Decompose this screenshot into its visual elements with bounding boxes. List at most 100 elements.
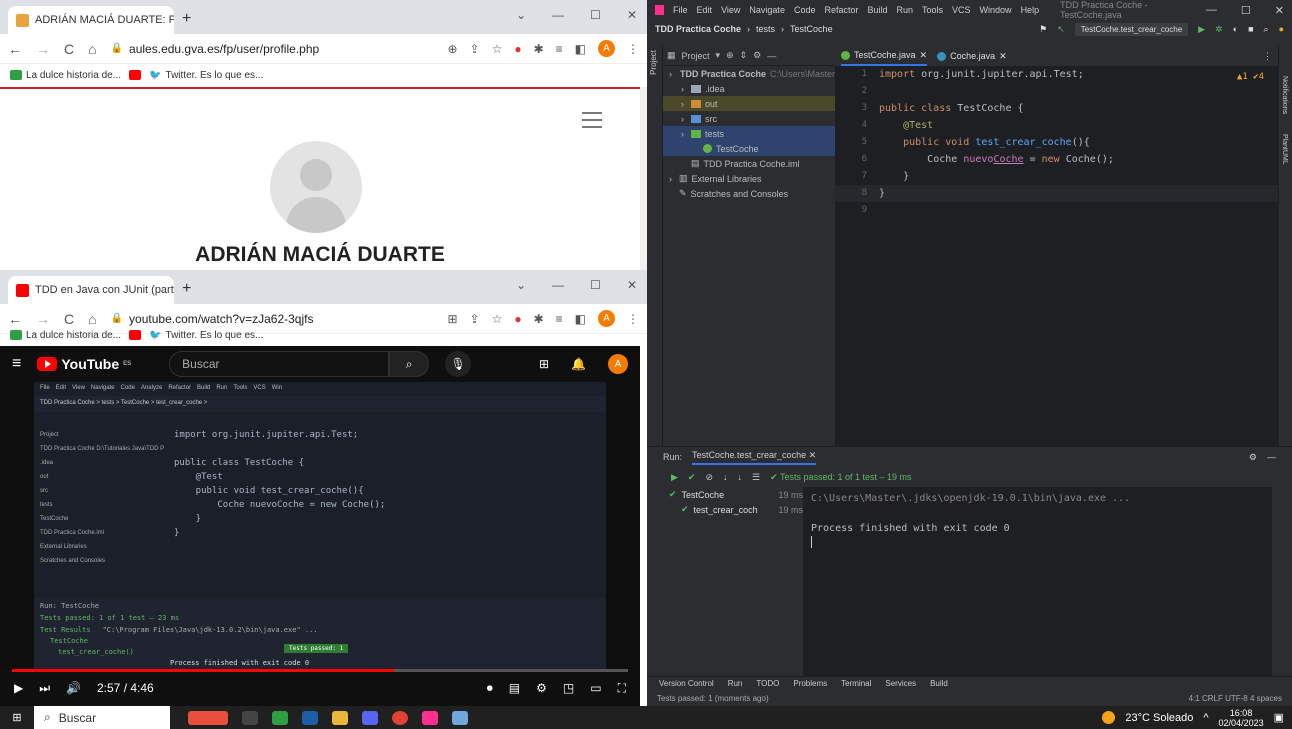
taskbar-search[interactable]: ⌕ Buscar bbox=[34, 706, 170, 729]
hide-icon[interactable]: — bbox=[1267, 452, 1276, 462]
close-window-button[interactable]: ✕ bbox=[627, 278, 637, 292]
store-icon[interactable] bbox=[272, 710, 288, 725]
volume-icon[interactable]: 🔊 bbox=[66, 681, 81, 695]
close-window-button[interactable]: ✕ bbox=[1275, 4, 1284, 17]
run-icon[interactable]: ▶ bbox=[1198, 24, 1205, 35]
menu-item[interactable]: Code bbox=[794, 5, 816, 15]
reading-list-icon[interactable]: ≡ bbox=[556, 42, 563, 56]
test-row[interactable]: ✔ TestCoche 19 ms bbox=[669, 487, 803, 502]
discord-icon[interactable] bbox=[362, 710, 378, 725]
minimize-button[interactable]: — bbox=[1206, 4, 1217, 17]
intellij-icon[interactable] bbox=[422, 710, 438, 725]
video-player[interactable]: File Edit View Navigate Code Analyze Refactor B… bbox=[34, 382, 606, 670]
miniplayer-icon[interactable]: ◳ bbox=[563, 681, 574, 696]
tab-search-icon[interactable]: ⌄ bbox=[516, 8, 526, 22]
project-tool-button[interactable]: Project bbox=[647, 46, 660, 79]
run-configuration-select[interactable]: TestCoche.test_crear_coche bbox=[1074, 22, 1189, 36]
tree-item[interactable]: TestCoche bbox=[663, 141, 835, 156]
browser-tab-profile[interactable]: ADRIÁN MACIÁ DUARTE: Perfil p ✕ bbox=[8, 6, 174, 34]
tree-item[interactable]: ✎ Scratches and Consoles bbox=[663, 186, 835, 201]
share-icon[interactable]: ⇪ bbox=[470, 42, 480, 56]
sort-duration-icon[interactable]: ↓ bbox=[738, 472, 743, 482]
menu-item[interactable]: Navigate bbox=[749, 5, 785, 15]
breadcrumb-project[interactable]: TDD Practica Coche bbox=[655, 24, 741, 34]
project-view-select[interactable]: Project bbox=[682, 51, 710, 61]
browser-tab-youtube[interactable]: TDD en Java con JUnit (parte 1) ✕ bbox=[8, 276, 174, 304]
reload-icon[interactable]: C bbox=[64, 41, 74, 57]
tree-item[interactable]: › .idea bbox=[663, 81, 835, 96]
tab-search-icon[interactable]: ⌄ bbox=[516, 278, 526, 292]
menu-item[interactable]: Refactor bbox=[824, 5, 858, 15]
search-icon[interactable]: ⌕ bbox=[389, 351, 430, 377]
code-editor[interactable]: TestCoche.java ✕ Coche.java ✕ ⋮ 123456789 … bbox=[835, 46, 1278, 446]
notification-center-icon[interactable]: ▣ bbox=[1274, 711, 1284, 724]
theater-mode-icon[interactable]: ▭ bbox=[590, 681, 601, 696]
tree-item[interactable]: › TDD Practica Coche C:\Users\Master bbox=[663, 66, 835, 81]
tool-window-button[interactable]: Run bbox=[728, 679, 743, 688]
tree-item[interactable]: › out bbox=[663, 96, 835, 111]
menu-item[interactable]: Edit bbox=[697, 5, 713, 15]
bookmark-youtube-icon[interactable] bbox=[129, 70, 142, 80]
autoplay-toggle-icon[interactable]: ⏺ bbox=[487, 681, 493, 696]
youtube-avatar[interactable]: A bbox=[608, 354, 628, 374]
home-icon[interactable]: ⌂ bbox=[88, 41, 96, 57]
page-scrollbar[interactable] bbox=[640, 87, 647, 270]
tool-window-button[interactable]: Terminal bbox=[841, 679, 871, 688]
tree-item[interactable]: › tests bbox=[663, 126, 835, 141]
subtitles-icon[interactable]: ▤ bbox=[509, 681, 520, 696]
notifications-bell-icon[interactable]: 🔔 bbox=[571, 357, 586, 371]
file-explorer-icon[interactable] bbox=[332, 710, 348, 725]
create-video-icon[interactable]: ⊞ bbox=[539, 357, 549, 371]
stop-icon[interactable]: ■ bbox=[1248, 24, 1253, 34]
menu-item[interactable]: Build bbox=[867, 5, 887, 15]
rerun-icon[interactable]: ▶ bbox=[671, 472, 678, 483]
tab-testcoche-java[interactable]: TestCoche.java ✕ bbox=[841, 46, 928, 66]
hide-icon[interactable]: — bbox=[767, 51, 776, 61]
coverage-icon[interactable]: ◐ bbox=[1233, 24, 1238, 34]
code-content[interactable]: import org.junit.jupiter.api.Test; publi… bbox=[879, 66, 1114, 202]
ide-update-icon[interactable]: ● bbox=[1279, 24, 1284, 34]
tree-item[interactable]: › ▥ External Libraries bbox=[663, 171, 835, 186]
menu-kebab-icon[interactable]: ⋮ bbox=[627, 42, 639, 56]
inspection-widget[interactable]: ▲1 ✔4 bbox=[1237, 72, 1264, 82]
tree-item[interactable]: › src bbox=[663, 111, 835, 126]
gear-icon[interactable]: ⚙ bbox=[753, 50, 761, 61]
puzzle-icon[interactable]: ✱ bbox=[534, 42, 544, 56]
extension-icon[interactable]: ● bbox=[514, 42, 521, 56]
tree-item[interactable]: ▤ TDD Practica Coche.iml bbox=[663, 156, 835, 171]
chevron-down-icon[interactable]: ▾ bbox=[716, 50, 721, 61]
gear-icon[interactable]: ⚙ bbox=[1249, 452, 1257, 463]
show-ignored-icon[interactable]: ⊘ bbox=[705, 472, 713, 483]
play-icon[interactable]: ▶ bbox=[14, 681, 23, 695]
menu-item[interactable]: File bbox=[673, 5, 688, 15]
close-window-button[interactable]: ✕ bbox=[627, 8, 637, 22]
tab-coche-java[interactable]: Coche.java ✕ bbox=[937, 51, 1007, 62]
menu-item[interactable]: View bbox=[721, 5, 740, 15]
youtube-logo[interactable]: YouTube ES bbox=[37, 356, 131, 372]
tool-window-button[interactable]: Build bbox=[930, 679, 948, 688]
menu-item[interactable]: Run bbox=[897, 5, 914, 15]
chrome-icon[interactable] bbox=[392, 710, 408, 725]
show-passed-icon[interactable]: ✔ bbox=[688, 472, 696, 483]
zoom-icon[interactable]: ⊕ bbox=[447, 42, 457, 56]
breadcrumb-class[interactable]: TestCoche bbox=[790, 24, 833, 34]
forward-icon[interactable]: → bbox=[36, 41, 50, 57]
tool-window-button[interactable]: Problems bbox=[793, 679, 827, 688]
back-arrow-icon[interactable]: ↖ bbox=[1057, 24, 1065, 35]
hamburger-menu-icon[interactable] bbox=[582, 107, 602, 133]
url-field[interactable]: 🔒 aules.edu.gva.es/fp/user/profile.php bbox=[111, 37, 434, 61]
status-left-text[interactable]: Tests passed: 1 (moments ago) bbox=[657, 694, 769, 703]
menu-item[interactable]: Tools bbox=[922, 5, 943, 15]
editor-more-icon[interactable]: ⋮ bbox=[1263, 51, 1272, 62]
maximize-button[interactable]: ☐ bbox=[590, 278, 601, 292]
bookmark-star-icon[interactable]: ☆ bbox=[492, 42, 503, 56]
new-tab-button[interactable]: + bbox=[182, 10, 191, 28]
close-tab-icon[interactable]: ✕ bbox=[920, 50, 928, 61]
youtube-search-input[interactable]: Buscar bbox=[169, 351, 390, 377]
debug-icon[interactable]: ✲ bbox=[1215, 24, 1223, 35]
clock[interactable]: 16:08 02/04/2023 bbox=[1219, 708, 1264, 728]
settings-gear-icon[interactable]: ⚙ bbox=[536, 681, 547, 696]
notepad-icon[interactable] bbox=[452, 710, 468, 725]
breadcrumb-tests[interactable]: tests bbox=[756, 24, 775, 34]
menu-item[interactable]: Help bbox=[1021, 5, 1040, 15]
